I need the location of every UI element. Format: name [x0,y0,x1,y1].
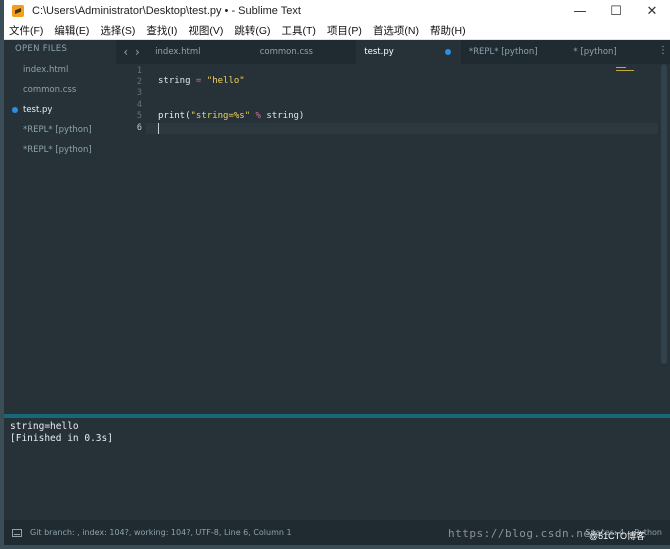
line-gutter: 1 2 3 4 5 6 [116,64,146,414]
code-editor[interactable]: 1 2 3 4 5 6 string = "hello" print("stri… [116,64,658,414]
unsaved-dot-icon[interactable] [444,49,451,55]
sidebar-file-repl-1[interactable]: *REPL* [python] [4,120,116,140]
window-controls: — ☐ ✕ [562,0,670,22]
editor-scrollbar[interactable] [658,64,670,414]
sublime-window: C:\Users\Administrator\Desktop\test.py •… [0,0,670,549]
sidebar-file-test-py[interactable]: test.py [4,100,116,120]
tab-python[interactable]: * [python] [565,40,670,64]
sidebar-file-label: common.css [23,85,77,95]
build-output-panel: string=hello [Finished in 0.3s] [4,418,670,520]
output-line: [Finished in 0.3s] [10,433,113,444]
tab-common-css[interactable]: common.css [252,40,357,64]
menu-goto[interactable]: 跳转(G) [234,23,270,38]
menu-find[interactable]: 查找(I) [146,23,177,38]
sidebar-file-label: *REPL* [python] [23,125,92,135]
code-line-2: string = "hello" [158,76,245,86]
window-bottom-border [0,545,670,549]
token-function: print( [158,111,191,121]
token-string: "hello" [206,76,245,86]
sublime-app-icon [12,5,24,17]
open-files-header: OPEN FILES [15,44,68,54]
menu-help[interactable]: 帮助(H) [430,23,466,38]
output-line: string=hello [10,421,79,432]
scrollbar-thumb[interactable] [661,64,667,364]
text-cursor [158,123,159,134]
menu-file[interactable]: 文件(F) [9,23,43,38]
menu-preferences[interactable]: 首选项(N) [373,23,419,38]
token-operator: % [250,111,267,121]
status-text: Git branch: , index: 104?, working: 104?… [30,528,292,537]
more-vertical-icon[interactable]: ⋮ [658,45,668,56]
token-string: "string=%s" [190,111,251,121]
current-line-highlight [146,123,658,134]
menu-edit[interactable]: 编辑(E) [54,23,89,38]
token-variable: string) [266,111,305,121]
panel-toggle-icon[interactable] [12,528,22,537]
line-number: 5 [136,111,142,121]
minimap[interactable] [616,67,634,75]
chevron-right-icon[interactable]: › [135,45,140,59]
line-number: 2 [136,77,142,87]
menu-tools[interactable]: 工具(T) [282,23,316,38]
tab-test-py[interactable]: test.py [356,40,461,64]
sidebar-file-index-html[interactable]: index.html [4,60,116,80]
line-number: 1 [136,66,142,76]
token-variable: string [158,76,191,86]
tab-label: test.py [364,47,394,57]
watermark-url: https://blog.csdn.net/ [448,527,605,540]
menu-view[interactable]: 视图(V) [188,23,223,38]
code-line-5: print("string=%s" % string) [158,111,304,121]
watermark-brand: @51CTO博客 [589,531,645,541]
tab-index-html[interactable]: index.html [147,40,252,64]
minimize-button[interactable]: — [562,0,598,22]
chevron-left-icon[interactable]: ‹ [123,45,128,59]
unsaved-dot-icon [12,107,18,113]
tab-label: * [python] [573,47,617,57]
sidebar-file-common-css[interactable]: common.css [4,80,116,100]
tab-label: common.css [259,47,313,57]
tab-navigation: ‹ › [116,40,147,64]
line-number: 4 [136,100,142,110]
token-operator: = [190,76,207,86]
sidebar-file-label: *REPL* [python] [23,145,92,155]
title-bar[interactable]: C:\Users\Administrator\Desktop\test.py •… [4,0,670,22]
window-title: C:\Users\Administrator\Desktop\test.py •… [32,5,301,17]
tab-label: index.html [155,47,201,57]
close-button[interactable]: ✕ [634,0,670,22]
sidebar-file-repl-2[interactable]: *REPL* [python] [4,140,116,160]
sidebar-file-label: test.py [23,105,53,115]
line-number: 6 [136,123,142,133]
menu-selection[interactable]: 选择(S) [100,23,135,38]
menu-bar: 文件(F) 编辑(E) 选择(S) 查找(I) 视图(V) 跳转(G) 工具(T… [4,22,670,40]
tab-label: *REPL* [python] [468,47,538,57]
menu-project[interactable]: 项目(P) [327,23,362,38]
line-number: 3 [136,88,142,98]
sidebar: OPEN FILES index.html common.css test.py… [4,40,116,414]
sidebar-file-label: index.html [23,65,69,75]
tab-repl-python[interactable]: *REPL* [python] [461,40,566,64]
tab-bar: ‹ › index.html common.css test.py *REPL*… [116,40,670,64]
maximize-button[interactable]: ☐ [598,0,634,22]
